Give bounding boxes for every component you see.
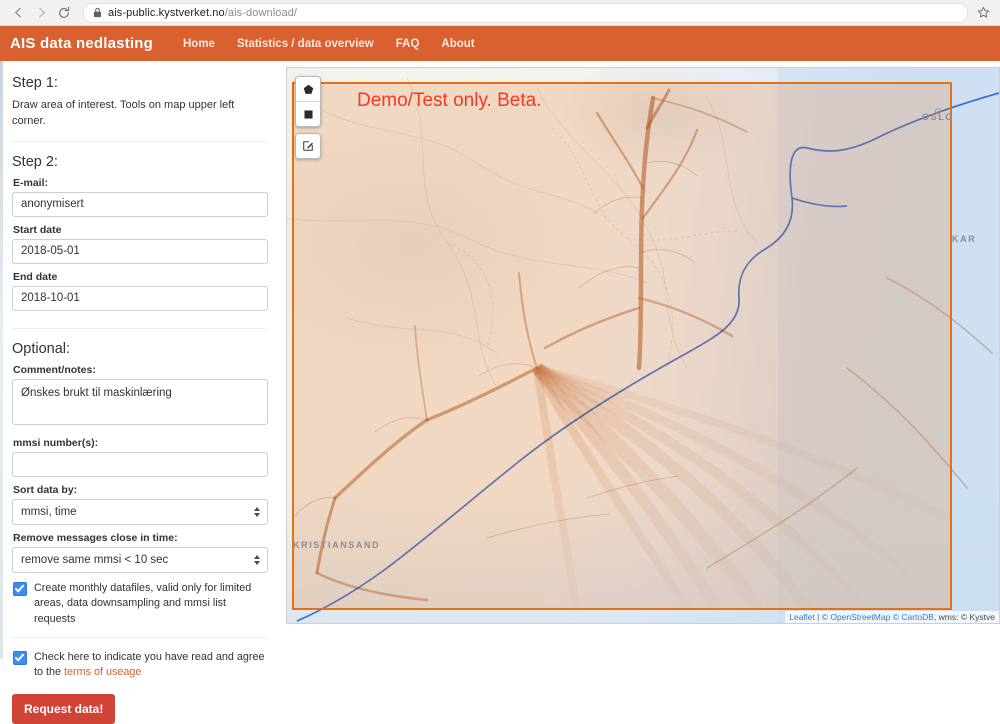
end-date-field[interactable] <box>12 285 268 311</box>
mmsi-field[interactable] <box>12 451 268 477</box>
divider-2 <box>12 327 267 329</box>
sort-select-wrapper: mmsi, time <box>12 498 268 525</box>
dedup-select-wrapper: remove same mmsi < 10 sec <box>12 546 268 573</box>
arrow-left-icon <box>14 7 21 18</box>
sort-label: Sort data by: <box>13 483 78 496</box>
browser-toolbar: ais-public.kystverket.no/ais-download/ <box>0 0 1000 26</box>
dedup-label: Remove messages close in time: <box>13 531 178 544</box>
demo-banner: Demo/Test only. Beta. <box>357 90 542 111</box>
step1-description: Draw area of interest. Tools on map uppe… <box>12 99 235 127</box>
forward-button[interactable] <box>31 3 51 23</box>
reload-button[interactable] <box>54 3 74 23</box>
end-date-label: End date <box>13 270 58 283</box>
dedup-select[interactable]: remove same mmsi < 10 sec <box>12 546 268 573</box>
area-of-interest-rectangle[interactable] <box>292 82 952 610</box>
monthly-datafiles-checkbox[interactable] <box>13 581 27 596</box>
page-body: Step 1: Draw area of interest. Tools on … <box>0 61 1000 724</box>
mmsi-label: mmsi number(s): <box>13 436 99 449</box>
panel-edge <box>0 61 3 659</box>
monthly-datafiles-row[interactable]: Create monthly datafiles, valid only for… <box>13 581 267 627</box>
arrow-right-icon <box>38 7 45 18</box>
comment-label: Comment/notes: <box>13 363 96 376</box>
step1-title: Step 1: <box>12 75 58 91</box>
nav-link-about[interactable]: About <box>441 38 474 50</box>
rectangle-icon <box>303 109 313 119</box>
comment-field[interactable]: Ønskes brukt til maskinlæring <box>12 378 268 425</box>
edit-tool-group <box>295 133 321 159</box>
attribution-osm-link[interactable]: © OpenStreetMap <box>822 612 891 622</box>
draw-polygon-tool[interactable] <box>296 77 320 101</box>
draw-rectangle-tool[interactable] <box>296 101 320 126</box>
map-label-kar: KAR <box>952 234 977 244</box>
step2-title: Step 2: <box>12 153 58 170</box>
star-icon <box>977 6 989 18</box>
attribution-wms-text: , wms: © Kystve <box>933 612 995 622</box>
request-data-button[interactable]: Request data! <box>12 693 116 724</box>
polygon-icon <box>303 84 313 94</box>
app-navbar: AIS data nedlasting Home Statistics / da… <box>0 26 1000 61</box>
monthly-datafiles-label: Create monthly datafiles, valid only for… <box>34 581 252 625</box>
terms-agree-checkbox[interactable] <box>13 650 27 665</box>
email-field[interactable] <box>12 191 268 217</box>
map-label-oslo: OSLO <box>922 112 954 122</box>
draw-toolbar <box>295 76 321 159</box>
bookmark-button[interactable] <box>974 4 992 22</box>
lock-icon <box>93 7 102 18</box>
sort-select[interactable]: mmsi, time <box>12 498 268 525</box>
nav-link-faq[interactable]: FAQ <box>396 38 420 50</box>
optional-title: Optional: <box>12 340 71 357</box>
attribution-cartodb-link[interactable]: © CartoDB <box>893 612 934 622</box>
start-date-field[interactable] <box>12 238 268 264</box>
back-button[interactable] <box>8 3 28 23</box>
url-text: ais-public.kystverket.no/ais-download/ <box>108 7 297 19</box>
leaflet-map[interactable]: Demo/Test only. Beta. OSLO KRISTIANSAND … <box>286 67 1000 624</box>
terms-agree-label: Check here to indicate you have read and… <box>34 650 267 681</box>
start-date-label: Start date <box>13 223 62 236</box>
request-form-panel: Step 1: Draw area of interest. Tools on … <box>0 61 281 724</box>
url-path: /ais-download/ <box>224 6 298 19</box>
url-host: ais-public.kystverket.no <box>108 6 225 19</box>
map-label-kristiansand: KRISTIANSAND <box>293 540 381 550</box>
attribution-leaflet-link[interactable]: Leaflet | <box>789 612 821 622</box>
terms-of-useage-link[interactable]: terms of useage <box>64 666 141 678</box>
email-label: E-mail: <box>13 176 49 189</box>
terms-agree-row[interactable]: Check here to indicate you have read and… <box>13 650 267 681</box>
nav-links: Home Statistics / data overview FAQ Abou… <box>183 38 475 50</box>
address-bar[interactable]: ais-public.kystverket.no/ais-download/ <box>83 2 968 23</box>
map-panel: Demo/Test only. Beta. OSLO KRISTIANSAND … <box>281 61 1000 659</box>
edit-layers-tool[interactable] <box>296 134 320 158</box>
nav-link-home[interactable]: Home <box>183 38 215 50</box>
edit-icon <box>303 141 313 151</box>
brand-title: AIS data nedlasting <box>10 35 153 52</box>
divider-3 <box>12 636 267 638</box>
map-attribution: Leaflet | © OpenStreetMap © CartoDB, wms… <box>785 611 999 623</box>
reload-icon <box>59 6 70 18</box>
divider-1 <box>12 140 267 142</box>
nav-link-statistics[interactable]: Statistics / data overview <box>237 38 374 50</box>
draw-tool-group <box>295 76 321 127</box>
